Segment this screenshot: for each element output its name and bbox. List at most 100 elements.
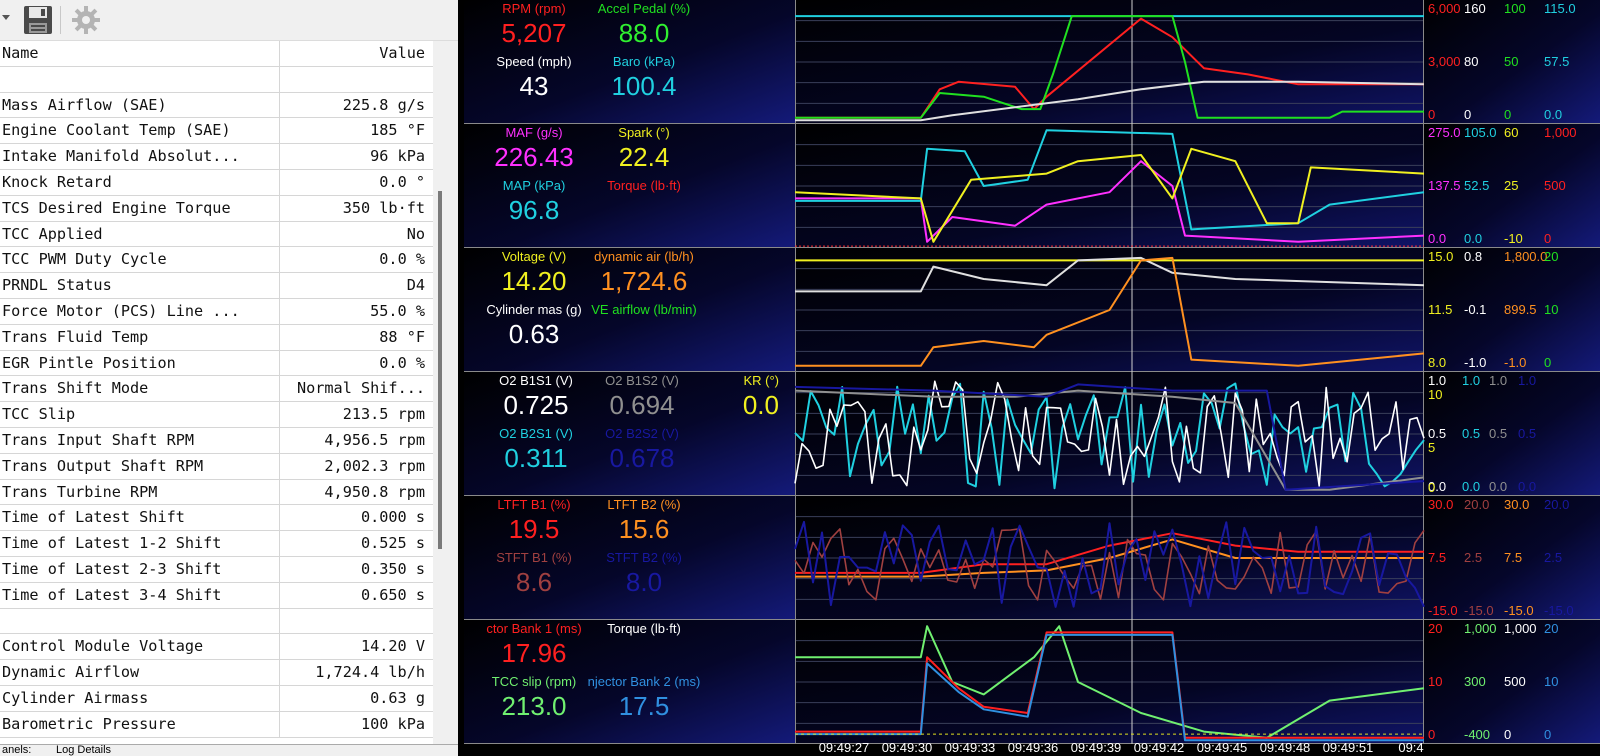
- gauge-label: KR (°): [743, 373, 779, 388]
- param-name: Mass Airflow (SAE): [2, 95, 167, 114]
- scale-top-label: 1.0: [1518, 373, 1536, 388]
- grid-row[interactable]: Time of Latest 2-3 Shift 0.350 s: [0, 557, 433, 583]
- scale-panel-4: [1424, 372, 1600, 496]
- grid-row[interactable]: TCC Slip 213.5 rpm: [0, 402, 433, 428]
- scale-top-label: 30.0: [1428, 497, 1453, 512]
- scale-top-label: 100: [1504, 1, 1526, 16]
- grid-row[interactable]: Control Module Voltage 14.20 V: [0, 634, 433, 661]
- grid-row[interactable]: EGR Pintle Position 0.0 %: [0, 350, 433, 377]
- scale-mid-label: 0.5: [1518, 426, 1536, 441]
- grid-row[interactable]: TCC PWM Duty Cycle 0.0 %: [0, 247, 433, 274]
- gauge-value: 17.96: [501, 638, 566, 668]
- column-header-value[interactable]: Value: [379, 44, 425, 62]
- tab-log-details[interactable]: Log Details: [56, 744, 111, 756]
- grid-row[interactable]: Cylinder Airmass 0.63 g: [0, 686, 433, 712]
- grid-row[interactable]: Barometric Pressure 100 kPa: [0, 711, 433, 738]
- param-value: 55.0 %: [370, 302, 425, 320]
- tab-panels[interactable]: anels:: [2, 744, 31, 756]
- gauge-label: O2 B1S2 (V): [605, 373, 679, 388]
- scale-mid-label: 7.5: [1428, 550, 1446, 565]
- column-divider: [279, 711, 280, 737]
- scale-bottom-label: -15.0: [1428, 603, 1458, 618]
- scale-mid-label: 10: [1544, 674, 1558, 689]
- gauge-label: MAP (kPa): [503, 178, 566, 193]
- grid-row[interactable]: TCS Desired Engine Torque 350 lb·ft: [0, 195, 433, 222]
- grid-row[interactable]: TCC Applied No: [0, 221, 433, 248]
- param-value: 0.0 °: [379, 173, 425, 191]
- gauge-value: 1,724.6: [601, 266, 688, 296]
- param-value: 0.650 s: [360, 585, 425, 604]
- grid-row[interactable]: Force Motor (PCS) Line ... 55.0 %: [0, 299, 433, 325]
- column-divider: [279, 453, 280, 479]
- param-value: 100 kPa: [360, 714, 425, 733]
- gauge-label: Speed (mph): [496, 54, 571, 69]
- grid-row[interactable]: Time of Latest Shift 0.000 s: [0, 505, 433, 532]
- gauge-value: 17.5: [619, 691, 670, 721]
- dropdown-arrow-icon[interactable]: [2, 15, 10, 20]
- gauge-label: VE airflow (lb/min): [591, 302, 696, 317]
- scale-mid-label: 0.5: [1428, 426, 1446, 441]
- param-value: 0.63 g: [370, 689, 425, 707]
- gauge-value: 0.694: [609, 390, 674, 420]
- param-name: Trans Fluid Temp: [2, 327, 149, 346]
- grid-row[interactable]: Intake Manifold Absolut... 96 kPa: [0, 144, 433, 170]
- grid-row[interactable]: Trans Output Shaft RPM 2,002.3 rpm: [0, 453, 433, 480]
- scale-mid-label: 137.5: [1428, 178, 1461, 193]
- column-divider: [279, 144, 280, 169]
- grid-row[interactable]: Dynamic Airflow 1,724.4 lb/h: [0, 660, 433, 686]
- scale-bottom-label: 0: [1428, 727, 1435, 742]
- scale-top-label: 1.0: [1428, 373, 1446, 388]
- grid-row[interactable]: Trans Shift Mode Normal Shif...: [0, 376, 433, 403]
- grid-row[interactable]: Trans Fluid Temp 88 °F: [0, 324, 433, 351]
- grid-row[interactable]: Knock Retard 0.0 °: [0, 170, 433, 196]
- param-name: TCC Slip: [2, 405, 76, 424]
- param-value: 225.8 g/s: [342, 95, 425, 114]
- scale-bottom-label: 0.0: [1489, 479, 1507, 494]
- param-value: 1,724.4 lb/h: [315, 663, 425, 682]
- column-header-name[interactable]: Name: [2, 44, 277, 62]
- column-divider: [279, 324, 280, 350]
- grid-row[interactable]: Mass Airflow (SAE) 225.8 g/s: [0, 92, 433, 119]
- param-value: 0.350 s: [360, 560, 425, 578]
- grid-row[interactable]: [0, 66, 433, 93]
- gauge-value: 5,207: [501, 18, 566, 48]
- scale-top-label: 160: [1464, 1, 1486, 16]
- grid-row[interactable]: Time of Latest 3-4 Shift 0.650 s: [0, 582, 433, 609]
- param-name: Control Module Voltage: [2, 637, 204, 656]
- toolbar: [0, 0, 458, 41]
- time-axis-label: 09:49:48: [1260, 740, 1311, 755]
- grid-row[interactable]: Trans Turbine RPM 4,950.8 rpm: [0, 479, 433, 506]
- param-name: Time of Latest 1-2 Shift: [2, 534, 222, 553]
- scale-bottom-label: 0: [1428, 480, 1435, 495]
- scale-bottom-label: 0: [1504, 727, 1511, 742]
- gauge-label: ctor Bank 1 (ms): [486, 621, 581, 636]
- gear-icon[interactable]: [70, 4, 102, 36]
- gauge-label: Cylinder mas (g): [486, 302, 581, 317]
- scale-mid-label: 300: [1464, 674, 1486, 689]
- column-divider: [279, 608, 280, 634]
- gauge-value: 226.43: [494, 142, 574, 172]
- param-value: 0.0 %: [379, 353, 425, 372]
- save-icon[interactable]: [22, 4, 54, 36]
- grid-row[interactable]: PRNDL Status D4: [0, 273, 433, 299]
- grid-row[interactable]: Engine Coolant Temp (SAE) 185 °F: [0, 118, 433, 145]
- param-name: Time of Latest 3-4 Shift: [2, 585, 222, 604]
- time-axis-label: 09:49:30: [882, 740, 933, 755]
- param-name: Trans Turbine RPM: [2, 482, 158, 501]
- column-divider: [279, 221, 280, 247]
- grid-header-row: Name Value: [0, 41, 433, 67]
- scale-bottom-label: -15.0: [1544, 603, 1574, 618]
- scale-bottom-label: 8.0: [1428, 355, 1446, 370]
- grid-row[interactable]: Trans Input Shaft RPM 4,956.5 rpm: [0, 428, 433, 454]
- scale-mid-label: 2.5: [1464, 550, 1482, 565]
- time-axis-label: 09:49:36: [1008, 740, 1059, 755]
- grid-row[interactable]: Time of Latest 1-2 Shift 0.525 s: [0, 531, 433, 557]
- param-name: Time of Latest Shift: [2, 508, 185, 527]
- param-name: Dynamic Airflow: [2, 663, 140, 682]
- param-value: 0.000 s: [360, 508, 425, 527]
- scrollbar-thumb[interactable]: [438, 191, 442, 549]
- grid-row[interactable]: [0, 608, 433, 635]
- param-value: 4,950.8 rpm: [324, 482, 425, 501]
- scale-mid-label: 3,000: [1428, 54, 1461, 69]
- vertical-scrollbar[interactable]: [433, 41, 458, 745]
